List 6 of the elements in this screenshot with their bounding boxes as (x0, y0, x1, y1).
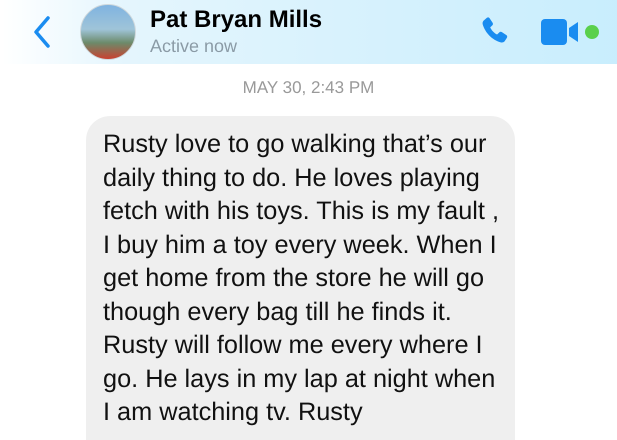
back-icon[interactable] (32, 15, 52, 49)
timestamp: MAY 30, 2:43 PM (242, 78, 376, 98)
contact-name: Pat Bryan Mills (150, 6, 324, 34)
active-status: Active now (150, 35, 238, 58)
message-bubble: Rusty love to go walking that’s our daily thing to do. He loves playing fetch with his toys. This is my fault , I buy him a toy every week. When I get home from the store he will go though every bag till he finds it. Rusty will follow me every where I go. He lays in my lap at night when I am watching tv. Rusty (86, 116, 515, 440)
video-camera-icon[interactable] (541, 18, 579, 46)
